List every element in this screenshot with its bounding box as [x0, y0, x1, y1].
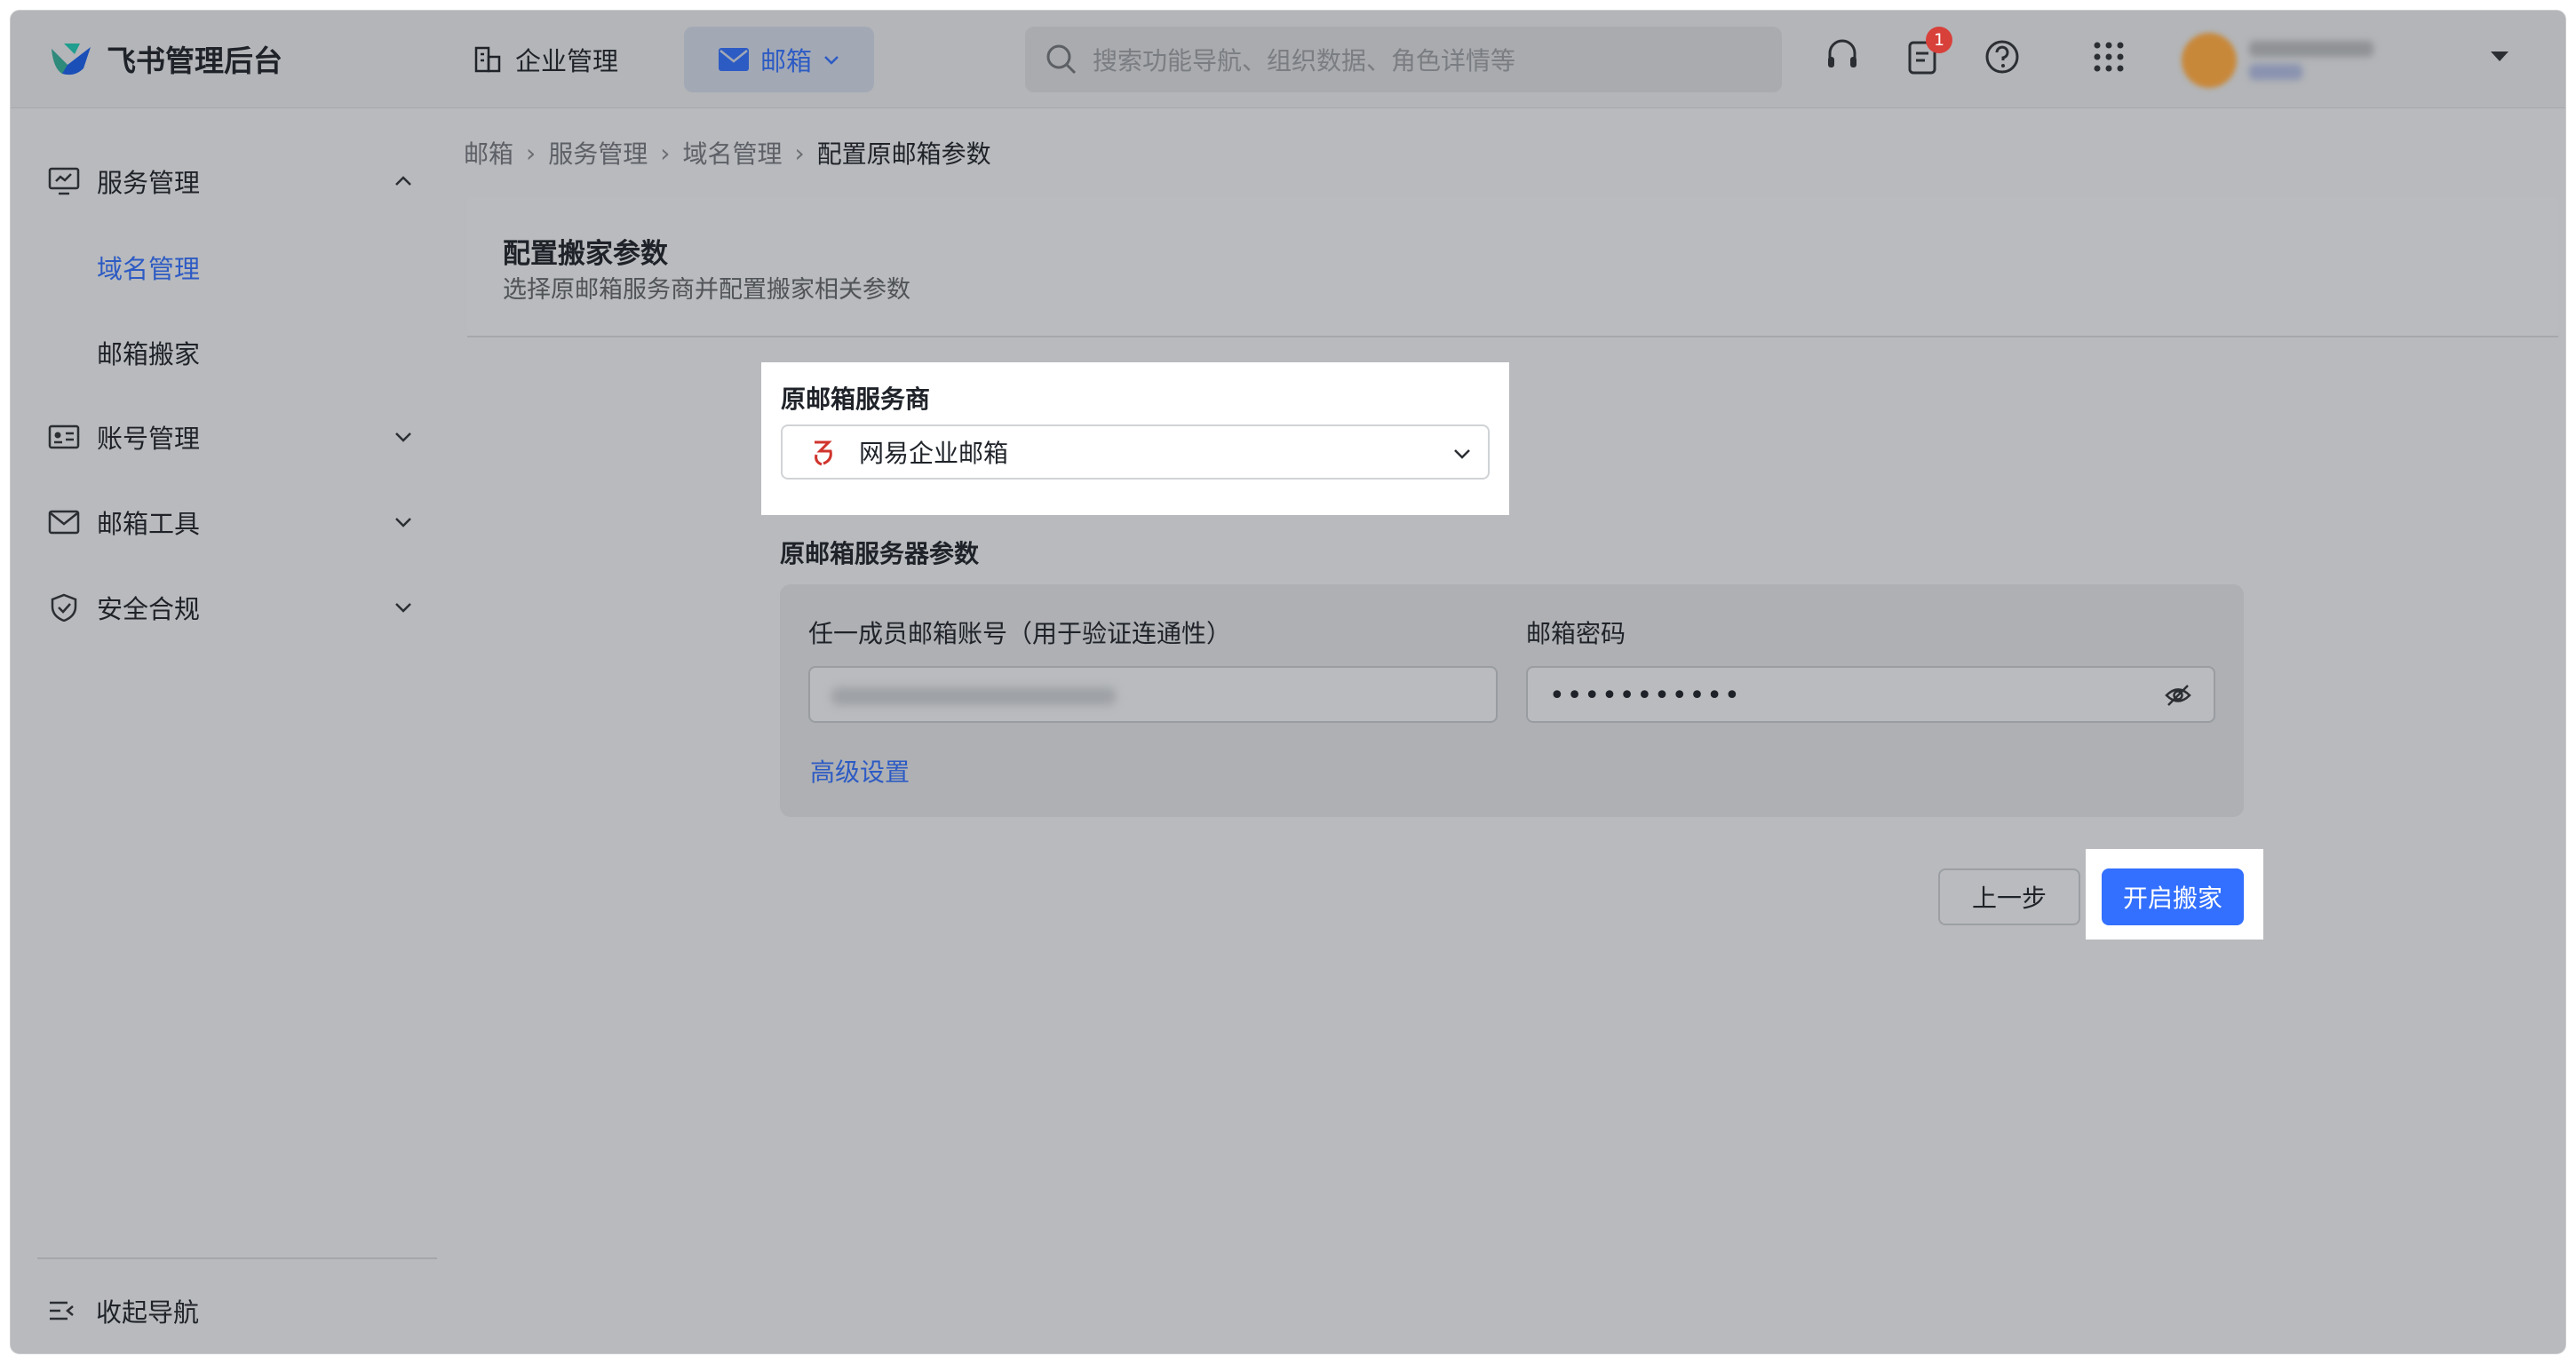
- nav-enterprise-label: 企业管理: [515, 46, 619, 76]
- breadcrumb-item[interactable]: 域名管理: [682, 135, 782, 170]
- sidebar-item-security-compliance[interactable]: 安全合规: [11, 575, 457, 639]
- sidebar-subitem-domain-management[interactable]: 域名管理: [97, 249, 200, 286]
- feishu-logo-icon: [52, 44, 91, 75]
- server-section-label: 原邮箱服务器参数: [780, 539, 980, 568]
- password-field-label: 邮箱密码: [1526, 619, 1626, 648]
- nav-enterprise-management[interactable]: 企业管理: [473, 37, 618, 82]
- chevron-down-icon: [395, 432, 411, 442]
- netease-logo-icon: [815, 440, 832, 466]
- app-window: 飞书管理后台 企业管理 邮箱 搜索功能导航、组织数据、角色详情等 1 服务管理 …: [11, 11, 2565, 1353]
- previous-step-button[interactable]: 上一步: [1938, 868, 2080, 925]
- password-value: •••••••••••: [1549, 680, 1742, 711]
- advanced-settings-link[interactable]: 高级设置: [810, 753, 910, 789]
- collapse-menu-icon: [50, 1301, 74, 1320]
- monitor-icon: [48, 167, 80, 195]
- avatar: [2182, 33, 2237, 88]
- provider-select[interactable]: 网易企业邮箱: [781, 424, 1490, 480]
- user-menu[interactable]: [2159, 23, 2469, 98]
- sidebar-item-account-management[interactable]: 账号管理: [11, 405, 457, 469]
- help-button[interactable]: [1983, 36, 2022, 78]
- page-title: 配置搬家参数: [503, 238, 668, 270]
- password-input[interactable]: •••••••••••: [1526, 666, 2215, 723]
- chevron-right-icon: ›: [794, 138, 805, 168]
- breadcrumb-current: 配置原邮箱参数: [816, 139, 991, 169]
- breadcrumb-item[interactable]: 服务管理: [548, 135, 648, 170]
- provider-card: 原邮箱服务商 网易企业邮箱: [761, 362, 1509, 515]
- chevron-down-icon: [395, 518, 411, 527]
- panel-header: 配置搬家参数 选择原邮箱服务商并配置搬家相关参数: [467, 197, 2558, 337]
- chevron-down-icon: [1454, 449, 1470, 459]
- shield-check-icon: [51, 593, 77, 622]
- customer-service-button[interactable]: [1823, 36, 1862, 78]
- page-subtitle: 选择原邮箱服务商并配置搬家相关参数: [503, 276, 910, 304]
- sidebar-item-service-management[interactable]: 服务管理: [11, 149, 457, 213]
- mail-filled-icon: [718, 48, 749, 71]
- caret-down-icon[interactable]: [2489, 48, 2510, 64]
- sidebar-item-mail-tools[interactable]: 邮箱工具: [11, 490, 457, 554]
- sidebar-item-label: 账号管理: [97, 424, 201, 454]
- provider-label: 原邮箱服务商: [781, 385, 931, 414]
- sidebar-item-label: 服务管理: [97, 168, 201, 198]
- user-info-redacted: [2249, 41, 2373, 80]
- notifications-button[interactable]: 1: [1903, 27, 1952, 78]
- search-placeholder: 搜索功能导航、组织数据、角色详情等: [1093, 46, 1516, 75]
- sidebar-item-label: 邮箱工具: [97, 509, 201, 539]
- account-input[interactable]: [808, 666, 1498, 723]
- sidebar-divider: [37, 1257, 437, 1259]
- server-params-box: 任一成员邮箱账号（用于验证连通性） 邮箱密码 ••••••••••• 高级设置: [780, 584, 2244, 817]
- global-search[interactable]: 搜索功能导航、组织数据、角色详情等: [1025, 27, 1782, 92]
- sidebar: 服务管理 域名管理 邮箱搬家 账号管理 邮箱工具 安全合规 收起导航: [11, 108, 457, 1353]
- collapse-nav-label: 收起导航: [96, 1297, 200, 1328]
- account-value-redacted: [831, 687, 1116, 705]
- app-title: 飞书管理后台: [107, 44, 282, 78]
- top-bar: 飞书管理后台 企业管理 邮箱 搜索功能导航、组织数据、角色详情等 1: [11, 11, 2565, 108]
- top-icon-group: 1: [1823, 27, 2128, 78]
- start-migration-highlight: 开启搬家: [2086, 849, 2263, 940]
- notification-badge: 1: [1926, 27, 1952, 53]
- grid-icon: [2094, 42, 2124, 72]
- headset-icon: [1828, 39, 1856, 67]
- chevron-right-icon: ›: [660, 138, 671, 168]
- account-field-label: 任一成员邮箱账号（用于验证连通性）: [808, 619, 1232, 648]
- sidebar-subitem-mail-migration[interactable]: 邮箱搬家: [97, 334, 200, 371]
- chevron-up-icon: [395, 176, 411, 186]
- nav-mail-dropdown[interactable]: 邮箱: [684, 27, 874, 92]
- id-card-icon: [48, 424, 80, 449]
- start-migration-button[interactable]: 开启搬家: [2102, 868, 2244, 925]
- brand[interactable]: 飞书管理后台: [48, 37, 282, 80]
- chevron-right-icon: ›: [526, 138, 537, 168]
- nav-mail-label: 邮箱: [759, 46, 812, 76]
- sidebar-item-label: 安全合规: [97, 594, 201, 624]
- provider-value: 网易企业邮箱: [859, 439, 1009, 468]
- help-icon: [1985, 40, 2019, 74]
- chevron-down-icon: [824, 56, 839, 65]
- search-icon: [1046, 44, 1077, 75]
- app-grid-button[interactable]: [2089, 36, 2128, 78]
- collapse-nav-button[interactable]: 收起导航: [48, 1292, 199, 1329]
- breadcrumb-item[interactable]: 邮箱: [464, 135, 513, 170]
- eye-hidden-icon[interactable]: [2164, 682, 2192, 709]
- breadcrumb: 邮箱 › 服务管理 › 域名管理 › 配置原邮箱参数: [464, 135, 991, 170]
- chevron-down-icon: [395, 603, 411, 613]
- mail-icon: [48, 510, 80, 535]
- building-icon: [474, 46, 501, 73]
